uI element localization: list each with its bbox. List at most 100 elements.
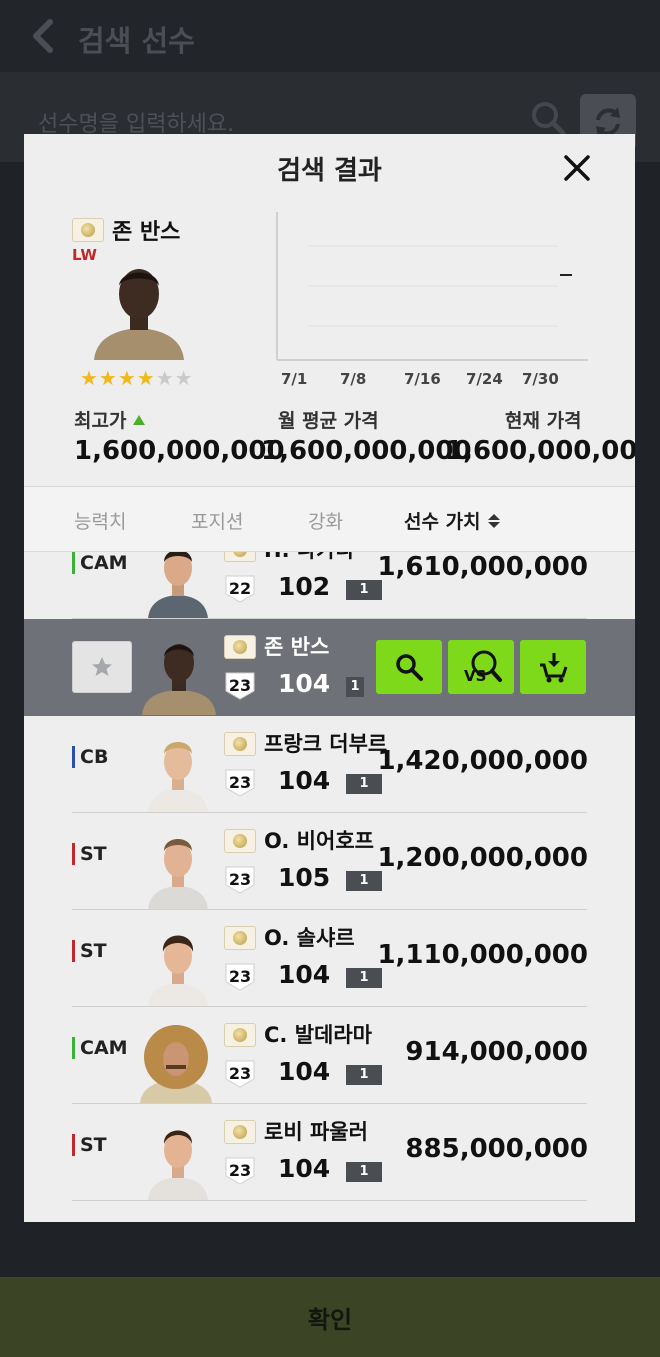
season-shield-icon: 23 xyxy=(225,866,255,894)
player-value: 1,610,000,000 xyxy=(377,552,588,582)
search-icon[interactable] xyxy=(528,98,568,138)
graph-x-tick: 7/30 xyxy=(522,370,559,388)
position-label: ST xyxy=(72,940,107,962)
enhance-level: 1 xyxy=(346,968,382,988)
enhance-level: 1 xyxy=(346,1162,382,1182)
overall-rating: 104 xyxy=(278,1057,331,1086)
svg-text:23: 23 xyxy=(229,676,251,695)
max-price-value: 1,600,000,000 xyxy=(74,436,285,466)
monthly-average-label: 월 평균 가격 xyxy=(278,410,379,432)
player-photo xyxy=(148,839,208,909)
season-badge-icon xyxy=(224,635,256,659)
season-badge-icon xyxy=(224,1023,256,1047)
season-badge-icon xyxy=(224,926,256,950)
player-name: 존 반스 xyxy=(264,635,330,659)
list-item[interactable]: ST 로비 파울러 23 104 1 885,000,000 xyxy=(24,1104,635,1201)
enhance-level: 1 xyxy=(346,1065,382,1085)
star-icon: ★★★★ xyxy=(80,366,156,390)
player-value: 1,110,000,000 xyxy=(377,940,588,970)
player-name: 로비 파울러 xyxy=(264,1120,368,1144)
player-value: 1,420,000,000 xyxy=(377,746,588,776)
favorite-button[interactable] xyxy=(72,641,132,693)
tab-player-value[interactable]: 선수 가치 xyxy=(404,507,501,534)
player-value: 1,200,000,000 xyxy=(377,843,588,873)
player-name: H. 나카타 xyxy=(264,552,355,564)
list-item[interactable]: CAM H. 나카타 22 102 1 1,610,000,000 xyxy=(24,552,635,619)
player-value: 885,000,000 xyxy=(405,1134,588,1164)
svg-text:23: 23 xyxy=(229,967,251,986)
player-photo xyxy=(94,269,184,360)
tab-position[interactable]: 포지션 xyxy=(191,507,243,534)
list-item[interactable]: ST O. 비어호프 23 105 1 1,200,000,000 xyxy=(24,813,635,910)
player-name: O. 솔샤르 xyxy=(264,926,355,950)
graph-x-tick: 7/16 xyxy=(404,370,441,388)
player-name: C. 발데라마 xyxy=(264,1023,372,1047)
list-item[interactable]: CAM C. 발데라마 23 104 1 914,000,000 xyxy=(24,1007,635,1104)
enhance-level: 1 xyxy=(346,871,382,891)
tab-stats[interactable]: 능력치 xyxy=(74,507,126,534)
svg-text:23: 23 xyxy=(229,773,251,792)
tab-enhance[interactable]: 강화 xyxy=(308,507,343,534)
max-price-label: 최고가 xyxy=(74,406,146,433)
season-shield-icon: 22 xyxy=(225,575,255,603)
tab-bar: 능력치 포지션 강화 선수 가치 xyxy=(24,486,635,552)
player-photo xyxy=(140,1025,212,1103)
svg-text:23: 23 xyxy=(229,870,251,889)
position-label: CB xyxy=(72,746,108,768)
player-value: 914,000,000 xyxy=(405,1037,588,1067)
enhance-level: 1 xyxy=(346,677,364,697)
position-label: CAM xyxy=(72,1037,128,1059)
graph-x-tick: 7/1 xyxy=(281,370,308,388)
search-icon xyxy=(396,654,423,681)
list-item[interactable]: ST O. 솔샤르 23 104 1 1,110,000,000 xyxy=(24,910,635,1007)
list-item[interactable]: CB 프랑크 더부르 23 104 1 1,420,000,000 xyxy=(24,716,635,813)
cart-download-icon xyxy=(540,653,568,683)
monthly-average-value: 1,600,000,000 xyxy=(261,436,472,466)
close-icon[interactable] xyxy=(557,148,597,188)
sort-icon xyxy=(487,513,500,528)
list-item-selected[interactable]: 존 반스 23 104 1 VS xyxy=(24,619,635,716)
star-icon xyxy=(92,657,112,676)
app-header: 검색 선수 xyxy=(0,0,660,72)
overall-rating: 104 xyxy=(278,1154,331,1183)
player-name: O. 비어호프 xyxy=(264,829,374,853)
svg-text:23: 23 xyxy=(229,1064,251,1083)
page-title: 검색 선수 xyxy=(78,24,195,58)
selected-player-header: 존 반스 xyxy=(72,214,180,246)
season-shield-icon: 23 xyxy=(225,1060,255,1088)
price-graph xyxy=(276,212,588,361)
player-photo xyxy=(148,1130,208,1200)
current-price-value: 1,600,000,000 xyxy=(445,436,635,466)
season-shield-icon: 23 xyxy=(225,672,255,700)
season-shield-icon: 23 xyxy=(225,1157,255,1185)
compare-button[interactable]: VS xyxy=(448,640,514,694)
season-badge-icon xyxy=(224,552,256,562)
vs-compare-icon: VS xyxy=(464,650,502,685)
tab-player-value-label: 선수 가치 xyxy=(404,511,481,533)
graph-x-tick: 7/24 xyxy=(466,370,503,388)
graph-x-tick: 7/8 xyxy=(340,370,367,388)
player-photo xyxy=(142,644,216,715)
season-badge-icon xyxy=(72,218,104,242)
enhance-level: 1 xyxy=(346,580,382,600)
season-badge-icon xyxy=(224,829,256,853)
buy-button[interactable] xyxy=(520,640,586,694)
position-label: CAM xyxy=(72,552,128,574)
confirm-label: 확인 xyxy=(307,1305,353,1334)
chevron-left-icon[interactable] xyxy=(28,18,58,54)
search-player-button[interactable] xyxy=(376,640,442,694)
player-star-rating: ★★★★★★ xyxy=(80,366,194,390)
star-icon: ★★ xyxy=(155,366,194,390)
player-list: CAM H. 나카타 22 102 1 1,610,000,000 존 반스 2… xyxy=(24,552,635,1222)
overall-rating: 104 xyxy=(278,960,331,989)
overall-rating: 102 xyxy=(278,572,331,601)
arrow-up-icon xyxy=(133,414,146,425)
position-label: ST xyxy=(72,1134,107,1156)
svg-text:23: 23 xyxy=(229,1161,251,1180)
search-result-modal: 검색 결과 존 반스 LW ★★★★★★ 7/1 7/8 7/16 7/24 7… xyxy=(24,134,635,1222)
selected-player-name: 존 반스 xyxy=(112,220,181,245)
modal-title: 검색 결과 xyxy=(277,156,382,186)
enhance-level: 1 xyxy=(346,774,382,794)
svg-text:22: 22 xyxy=(229,579,251,598)
confirm-button[interactable]: 확인 xyxy=(0,1277,660,1357)
